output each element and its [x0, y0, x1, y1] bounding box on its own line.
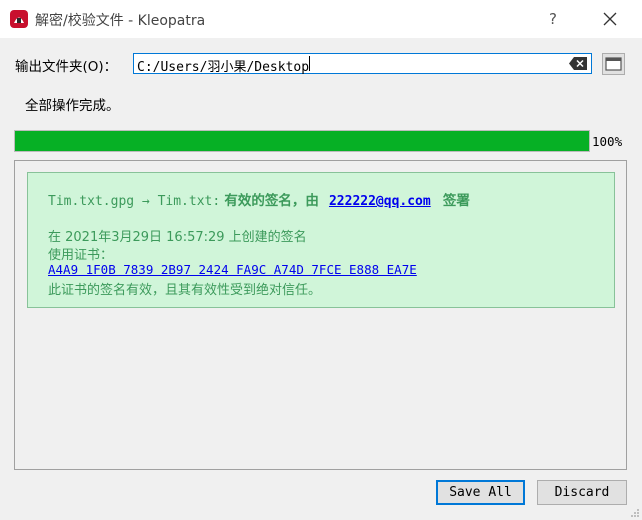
certificate-label: 使用证书：	[48, 248, 114, 263]
resize-grip-icon[interactable]	[630, 508, 640, 518]
close-icon[interactable]	[598, 8, 622, 30]
output-folder-label: 输出文件夹(O)：	[15, 59, 118, 75]
window-title: 解密/校验文件 - Kleopatra	[35, 13, 206, 29]
signed-suffix: 签署	[442, 193, 470, 209]
kleopatra-icon	[10, 10, 28, 28]
help-button[interactable]: ?	[541, 8, 565, 30]
file-transform: Tim.txt.gpg → Tim.txt:	[48, 194, 221, 209]
save-all-button[interactable]: Save All	[436, 480, 525, 505]
progress-bar	[14, 130, 590, 152]
progress-percent-label: 100%	[592, 134, 623, 149]
signer-email-link[interactable]: 222222@qq.com	[329, 194, 431, 209]
title-bar: 解密/校验文件 - Kleopatra ?	[0, 0, 642, 38]
output-folder-input[interactable]: C:/Users/羽小果/Desktop	[133, 53, 592, 75]
discard-button[interactable]: Discard	[537, 480, 627, 505]
browse-folder-button[interactable]	[602, 53, 625, 75]
text-caret	[309, 56, 310, 71]
result-summary-line: Tim.txt.gpg → Tim.txt: 有效的签名，由 222222@qq…	[48, 189, 470, 209]
trust-message: 此证书的签名有效，且其有效性受到绝对信任。	[48, 283, 322, 298]
result-panel: Tim.txt.gpg → Tim.txt: 有效的签名，由 222222@qq…	[27, 172, 615, 308]
results-area: Tim.txt.gpg → Tim.txt: 有效的签名，由 222222@qq…	[14, 160, 627, 470]
output-folder-value: C:/Users/羽小果/Desktop	[137, 60, 310, 75]
signature-created-line: 在 2021年3月29日 16:57:29 上创建的签名	[48, 230, 307, 245]
valid-signature-text: 有效的签名，由	[224, 193, 319, 209]
clear-input-icon[interactable]	[569, 57, 587, 70]
folder-icon	[605, 57, 622, 71]
progress-fill	[15, 131, 589, 151]
certificate-fingerprint-link[interactable]: A4A9 1F0B 7839 2B97 2424 FA9C A74D 7FCE …	[48, 262, 417, 277]
status-message: 全部操作完成。	[25, 98, 120, 114]
